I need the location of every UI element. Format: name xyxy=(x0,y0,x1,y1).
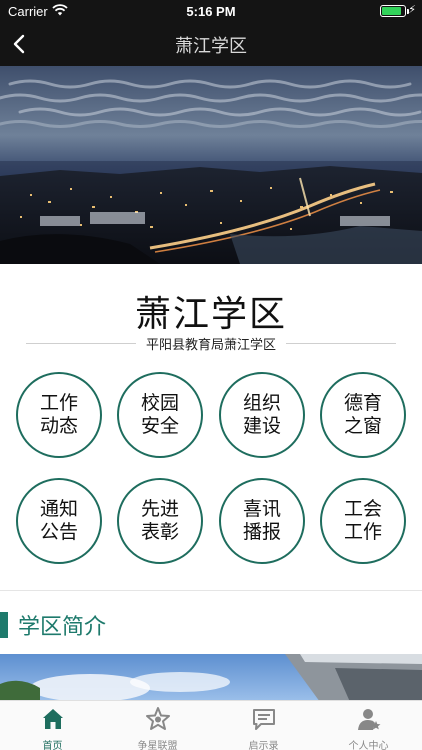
district-title: 萧江学区 xyxy=(134,294,287,335)
section-title: 学区简介 xyxy=(18,615,107,640)
menu-item-notices[interactable]: 通知公告 xyxy=(16,478,102,564)
tab-revelations[interactable]: 启示录 xyxy=(211,701,316,750)
nav-bar: 萧江学区 xyxy=(0,22,422,66)
menu-item-good-news[interactable]: 喜讯播报 xyxy=(219,478,305,564)
menu-item-campus-safety[interactable]: 校园安全 xyxy=(117,372,203,458)
menu-grid: 工作动态 校园安全 组织建设 德育之窗 通知公告 先进表彰 喜讯播报 工会工作 xyxy=(16,372,406,564)
status-bar: Carrier 5:16 PM ⚡ xyxy=(0,0,422,22)
section-divider xyxy=(0,590,422,591)
menu-item-work-news[interactable]: 工作动态 xyxy=(16,372,102,458)
section-header: 学区简介 xyxy=(0,606,422,642)
banner-image xyxy=(0,66,422,264)
tab-label: 争星联盟 xyxy=(137,741,178,750)
intro-image[interactable] xyxy=(0,654,422,702)
section-accent-bar xyxy=(0,612,8,638)
tab-label: 个人中心 xyxy=(348,741,389,750)
message-icon xyxy=(253,709,275,730)
battery-icon xyxy=(380,5,409,17)
menu-item-label: 工会工作 xyxy=(343,498,382,543)
menu-item-union-work[interactable]: 工会工作 xyxy=(320,478,406,564)
tab-star-alliance[interactable]: 争星联盟 xyxy=(105,701,210,750)
tab-bar: 首页 争星联盟 启示录 个人中心 xyxy=(0,700,422,750)
menu-item-label: 通知公告 xyxy=(39,498,78,543)
charging-icon: ⚡ xyxy=(408,3,416,16)
menu-item-label: 工作动态 xyxy=(39,392,78,437)
home-icon xyxy=(43,709,63,729)
star-icon xyxy=(146,707,170,730)
menu-item-label: 组织建设 xyxy=(242,392,281,437)
menu-item-commendations[interactable]: 先进表彰 xyxy=(117,478,203,564)
subtitle-row: 平阳县教育局萧江学区 xyxy=(26,334,396,354)
divider-right xyxy=(286,343,396,344)
menu-item-moral-education[interactable]: 德育之窗 xyxy=(320,372,406,458)
tab-home[interactable]: 首页 xyxy=(0,701,105,750)
nav-title: 萧江学区 xyxy=(175,36,247,57)
menu-item-label: 校园安全 xyxy=(140,392,179,437)
menu-item-label: 喜讯播报 xyxy=(242,498,281,543)
tab-label: 首页 xyxy=(42,741,63,750)
status-time: 5:16 PM xyxy=(186,4,236,19)
user-icon xyxy=(358,709,381,730)
menu-item-label: 先进表彰 xyxy=(140,498,179,543)
menu-item-organization[interactable]: 组织建设 xyxy=(219,372,305,458)
tab-label: 启示录 xyxy=(248,741,279,750)
tab-profile[interactable]: 个人中心 xyxy=(316,701,421,750)
menu-item-label: 德育之窗 xyxy=(343,392,382,437)
